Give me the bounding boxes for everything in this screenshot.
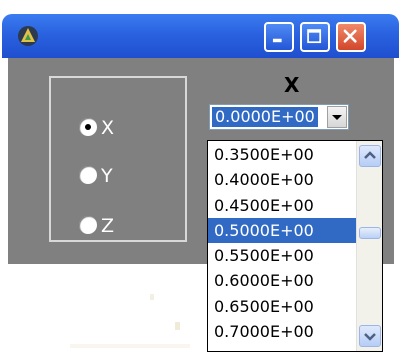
maximize-button[interactable] (300, 22, 330, 52)
background-artifact (175, 322, 180, 330)
list-item[interactable]: 0.5500E+00 (208, 243, 356, 268)
radio-selected-dot (85, 124, 91, 130)
background-artifact (70, 344, 190, 348)
dropdown-scrollbar[interactable] (356, 141, 382, 351)
list-item-highlighted[interactable]: 0.5000E+00 (208, 217, 356, 244)
combo-current-value[interactable]: 0.0000E+00 (212, 107, 318, 127)
list-item[interactable]: 0.4000E+00 (208, 167, 356, 192)
radio-z-button[interactable] (79, 216, 97, 234)
list-item[interactable]: 0.3500E+00 (208, 142, 356, 167)
minimize-button[interactable] (264, 22, 294, 52)
app-icon[interactable] (16, 24, 40, 48)
close-button[interactable] (336, 22, 366, 52)
close-icon (343, 29, 357, 43)
background-artifact (150, 294, 154, 300)
maximize-icon (307, 29, 322, 44)
radio-z-label: Z (101, 215, 115, 237)
list-item[interactable]: 0.6000E+00 (208, 268, 356, 293)
chevron-down-icon (332, 115, 342, 120)
dropdown-items: 0.3500E+00 0.4000E+00 0.4500E+00 0.5000E… (208, 142, 356, 344)
radio-y-label: Y (101, 165, 113, 187)
chevron-down-icon (364, 333, 376, 341)
combo-dropdown-list[interactable]: 0.3500E+00 0.4000E+00 0.4500E+00 0.5000E… (207, 140, 383, 352)
radio-y-button[interactable] (79, 166, 97, 184)
scroll-up-button[interactable] (359, 145, 381, 167)
combo-dropdown-button[interactable] (327, 106, 347, 128)
list-item[interactable]: 0.6500E+00 (208, 294, 356, 319)
combo-title: X (284, 73, 300, 97)
scroll-down-button[interactable] (359, 325, 381, 347)
scroll-thumb[interactable] (359, 227, 381, 239)
axis-radio-group: X Y Z (49, 76, 187, 242)
radio-x-label: X (101, 117, 115, 139)
list-item[interactable]: 0.7000E+00 (208, 319, 356, 344)
minimize-icon (272, 38, 282, 43)
title-bar[interactable] (2, 14, 399, 58)
chevron-up-icon (364, 151, 376, 159)
list-item[interactable]: 0.4500E+00 (208, 193, 356, 218)
radio-x-button[interactable] (79, 118, 97, 136)
value-combobox[interactable]: 0.0000E+00 (209, 104, 349, 130)
